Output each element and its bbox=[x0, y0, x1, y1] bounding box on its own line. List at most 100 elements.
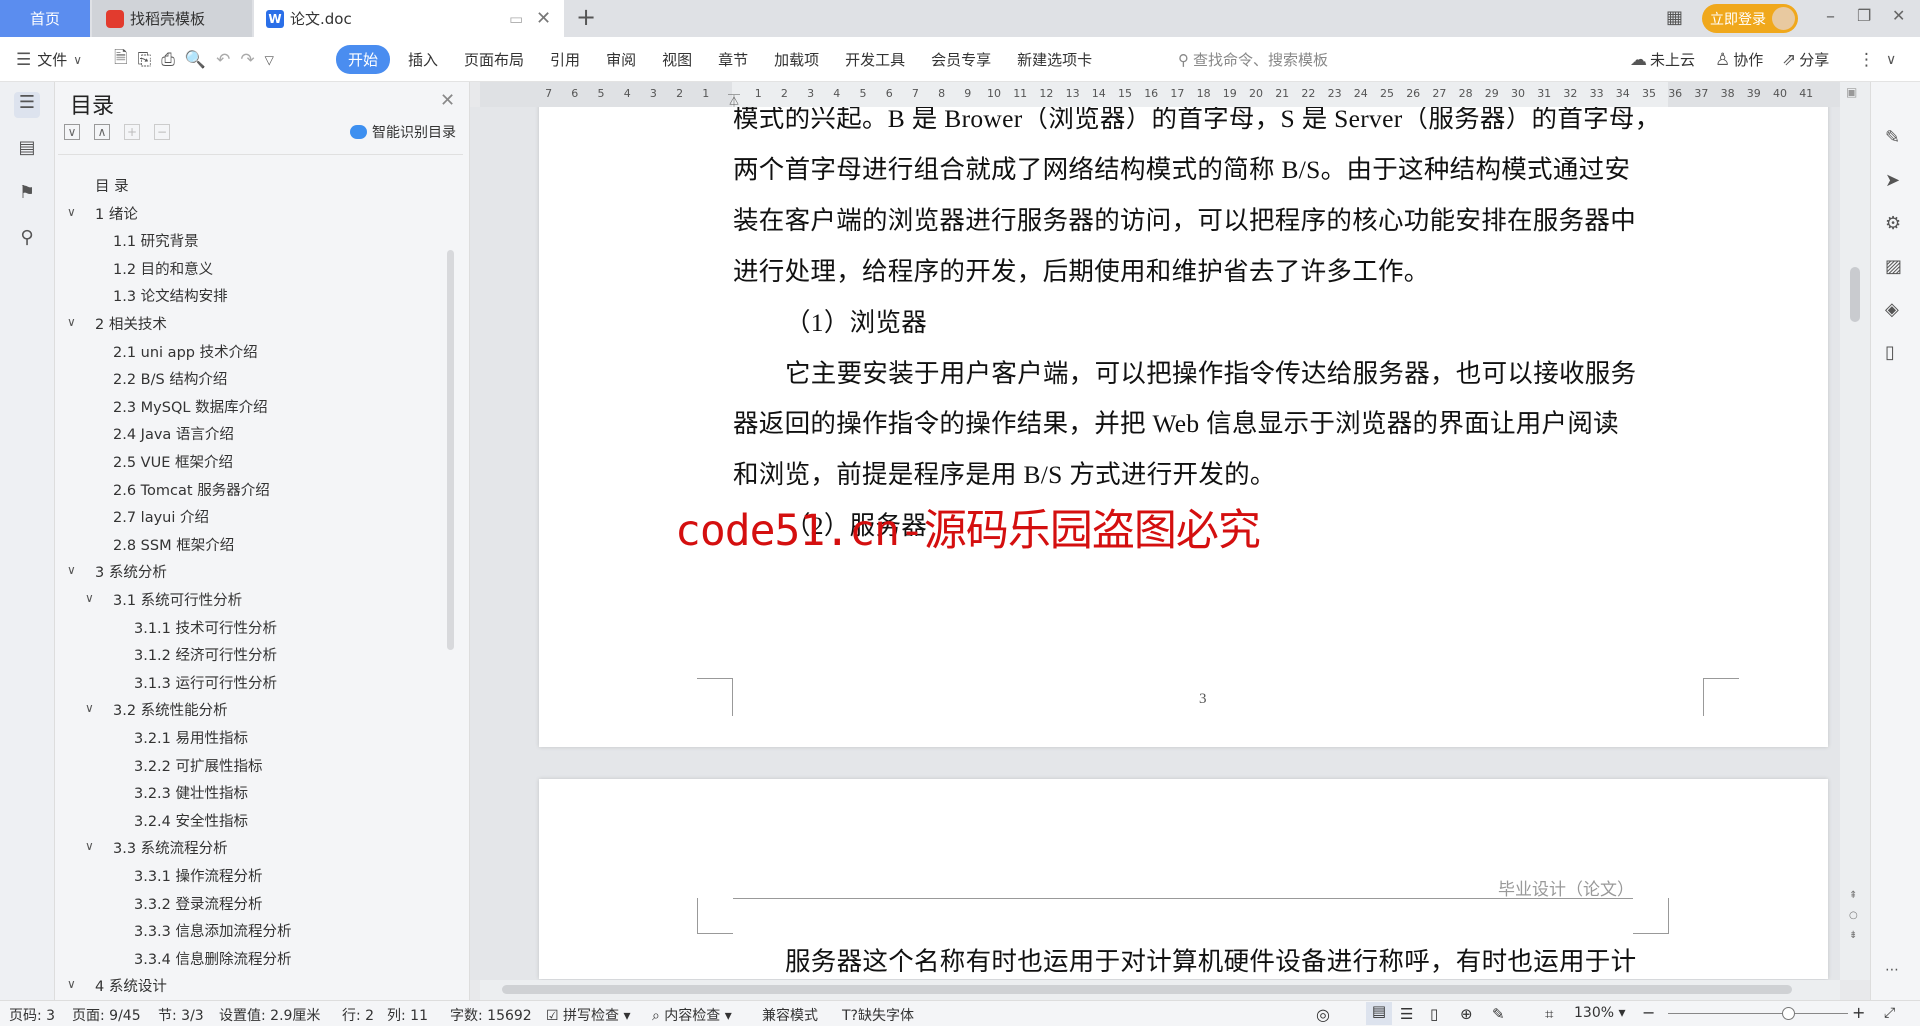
toc-item[interactable]: 2.4 Java 语言介绍 bbox=[113, 423, 234, 444]
close-panel-icon[interactable]: ✕ bbox=[440, 90, 455, 111]
next-page-icon[interactable]: ⇟ bbox=[1849, 930, 1857, 941]
close-tab-icon[interactable]: ✕ bbox=[536, 8, 551, 29]
print-icon[interactable]: ⎙ bbox=[161, 50, 175, 70]
menu-tab-10[interactable]: 新建选项卡 bbox=[1017, 49, 1092, 70]
toc-item[interactable]: 2 相关技术 bbox=[95, 313, 167, 334]
toc-item[interactable]: 2.6 Tomcat 服务器介绍 bbox=[113, 479, 270, 500]
toc-item[interactable]: 2.8 SSM 框架介绍 bbox=[113, 534, 234, 555]
menu-tab-3[interactable]: 引用 bbox=[550, 49, 580, 70]
toc-item[interactable]: 2.1 uni app 技术介绍 bbox=[113, 341, 258, 362]
prev-page-icon[interactable]: ⇞ bbox=[1849, 890, 1857, 901]
page-view-icon[interactable]: ▤ bbox=[1366, 1002, 1392, 1025]
minimize-button[interactable]: – bbox=[1826, 6, 1835, 27]
ai-assist-icon[interactable]: ◈ bbox=[1885, 299, 1899, 320]
collapse-all-icon[interactable]: ∧ bbox=[94, 124, 110, 140]
toc-item[interactable]: 4 系统设计 bbox=[95, 975, 167, 996]
cloud-status[interactable]: ☁ 未上云 bbox=[1630, 37, 1695, 82]
chevron-down-icon[interactable]: ∨ bbox=[67, 563, 76, 577]
toc-item[interactable]: 3.3.3 信息添加流程分析 bbox=[134, 920, 292, 941]
tab-document[interactable]: W 论文.doc ▭ ✕ bbox=[254, 0, 564, 37]
print-preview-icon[interactable]: 🔍 bbox=[185, 50, 206, 70]
menu-tab-4[interactable]: 审阅 bbox=[606, 49, 636, 70]
toc-item[interactable]: 3.1.2 经济可行性分析 bbox=[134, 644, 277, 665]
restore-button[interactable]: ❐ bbox=[1857, 6, 1871, 25]
zoom-level[interactable]: 130% ▾ bbox=[1574, 1005, 1626, 1021]
write-mode-icon[interactable]: ✎ bbox=[1492, 1005, 1505, 1023]
toc-item[interactable]: 2.3 MySQL 数据库介绍 bbox=[113, 396, 268, 417]
status-row[interactable]: 行: 2 bbox=[342, 1005, 374, 1025]
reading-view-icon[interactable]: ▯ bbox=[1430, 1005, 1438, 1023]
chevron-down-icon[interactable]: ∨ bbox=[67, 315, 76, 329]
toc-item[interactable]: 1.2 目的和意义 bbox=[113, 258, 213, 279]
zoom-in-button[interactable]: + bbox=[1852, 1003, 1865, 1022]
chevron-down-icon[interactable]: ∨ bbox=[67, 977, 76, 991]
content-check-button[interactable]: ⌕ 内容检查 ▾ bbox=[652, 1005, 732, 1025]
spell-check-button[interactable]: ☑ 拼写检查 ▾ bbox=[546, 1005, 631, 1025]
bookmark-icon[interactable]: ⚑ bbox=[14, 182, 40, 208]
navigation-icon[interactable]: ▤ bbox=[14, 137, 40, 163]
image-tool-icon[interactable]: ▨ bbox=[1885, 256, 1902, 277]
redo-icon[interactable]: ↷ bbox=[240, 50, 254, 70]
toc-item[interactable]: 3.3.1 操作流程分析 bbox=[134, 865, 263, 886]
outline-view-icon[interactable]: ☰ bbox=[1400, 1005, 1413, 1023]
toc-item[interactable]: 3.2 系统性能分析 bbox=[113, 699, 228, 720]
smart-toc-button[interactable]: 智能识别目录 bbox=[350, 122, 456, 142]
status-col[interactable]: 列: 11 bbox=[387, 1005, 428, 1025]
toc-item[interactable]: 2.7 layui 介绍 bbox=[113, 506, 209, 527]
tab-home[interactable]: 首页 bbox=[0, 0, 90, 37]
save-icon[interactable]: 🗎 bbox=[114, 45, 128, 74]
command-search[interactable]: ⚲ 查找命令、搜索模板 bbox=[1178, 37, 1328, 82]
toc-item[interactable]: 3 系统分析 bbox=[95, 561, 167, 582]
add-level-icon[interactable]: + bbox=[124, 124, 140, 140]
menu-tab-9[interactable]: 会员专享 bbox=[931, 49, 991, 70]
horizontal-scroll-thumb[interactable] bbox=[502, 985, 1792, 994]
fit-page-icon[interactable]: ⌗ bbox=[1545, 1005, 1553, 1023]
status-page-no[interactable]: 页码: 3 bbox=[9, 1005, 55, 1025]
new-tab-button[interactable]: + bbox=[576, 3, 596, 31]
select-cursor-icon[interactable]: ➤ bbox=[1885, 170, 1900, 191]
more-icon[interactable]: ⋮ bbox=[1858, 37, 1875, 82]
status-section[interactable]: 节: 3/3 bbox=[158, 1005, 204, 1025]
collab-button[interactable]: ♙ 协作 bbox=[1715, 37, 1763, 82]
menu-tab-8[interactable]: 开发工具 bbox=[845, 49, 905, 70]
pen-icon[interactable]: ✎ bbox=[1885, 127, 1900, 148]
toc-item[interactable]: 2.2 B/S 结构介绍 bbox=[113, 368, 227, 389]
toc-item[interactable]: 3.1 系统可行性分析 bbox=[113, 589, 242, 610]
status-setting[interactable]: 设置值: 2.9厘米 bbox=[219, 1005, 320, 1025]
toc-item[interactable]: 3.2.4 安全性指标 bbox=[134, 810, 248, 831]
web-view-icon[interactable]: ⊕ bbox=[1460, 1005, 1473, 1023]
file-menu[interactable]: ☰ 文件 ∨ bbox=[16, 37, 82, 82]
menu-tab-6[interactable]: 章节 bbox=[718, 49, 748, 70]
toc-panel-icon[interactable]: ☰ bbox=[14, 92, 40, 118]
toc-item[interactable]: 3.1.3 运行可行性分析 bbox=[134, 672, 277, 693]
chevron-down-icon[interactable]: ∨ bbox=[85, 591, 94, 605]
toc-item[interactable]: 1.3 论文结构安排 bbox=[113, 285, 228, 306]
ruler-toggle-icon[interactable]: ▣ bbox=[1846, 85, 1857, 99]
share-button[interactable]: ⇗ 分享 bbox=[1782, 37, 1829, 82]
toc-item[interactable]: 3.2.1 易用性指标 bbox=[134, 727, 248, 748]
book-view-icon[interactable]: ▯ bbox=[1885, 342, 1895, 363]
toc-item[interactable]: 目 录 bbox=[95, 175, 129, 196]
menu-tab-2[interactable]: 页面布局 bbox=[464, 49, 524, 70]
menu-tab-5[interactable]: 视图 bbox=[662, 49, 692, 70]
select-browse-icon[interactable]: ○ bbox=[1849, 910, 1858, 921]
toc-item[interactable]: 3.1.1 技术可行性分析 bbox=[134, 617, 277, 638]
tab-template[interactable]: 找稻壳模板 bbox=[92, 0, 252, 37]
toc-item[interactable]: 3.3 系统流程分析 bbox=[113, 837, 228, 858]
status-word-count[interactable]: 字数: 15692 bbox=[450, 1005, 532, 1025]
zoom-slider-handle[interactable] bbox=[1782, 1007, 1796, 1020]
menu-tab-1[interactable]: 插入 bbox=[408, 49, 438, 70]
toc-item[interactable]: 3.3.2 登录流程分析 bbox=[134, 893, 263, 914]
toc-item[interactable]: 3.2.3 健壮性指标 bbox=[134, 782, 248, 803]
eye-protection-icon[interactable]: ◎ bbox=[1316, 1005, 1330, 1024]
zoom-slider[interactable] bbox=[1668, 1013, 1848, 1014]
pin-icon[interactable]: ▭ bbox=[509, 10, 523, 28]
chevron-down-icon[interactable]: ∨ bbox=[85, 701, 94, 715]
missing-font-button[interactable]: T?缺失字体 bbox=[842, 1005, 914, 1025]
find-icon[interactable]: ⚲ bbox=[14, 227, 40, 253]
apps-grid-icon[interactable]: ▦ bbox=[1666, 7, 1683, 28]
toc-item[interactable]: 2.5 VUE 框架介绍 bbox=[113, 451, 233, 472]
toc-item[interactable]: 1 绪论 bbox=[95, 203, 138, 224]
remove-level-icon[interactable]: − bbox=[154, 124, 170, 140]
toc-scrollbar[interactable] bbox=[447, 250, 454, 650]
